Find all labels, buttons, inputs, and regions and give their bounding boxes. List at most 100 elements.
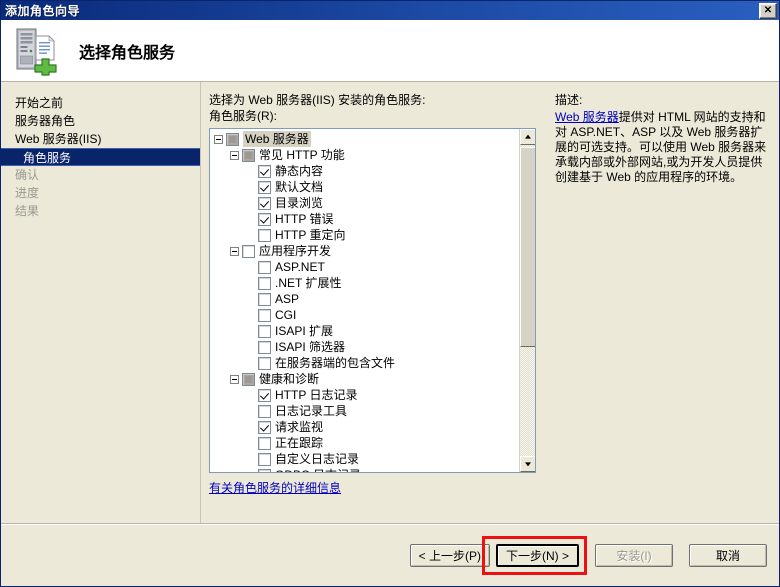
tree-row[interactable]: 静态内容 <box>210 163 520 179</box>
role-services-details-link[interactable]: 有关角色服务的详细信息 <box>209 479 341 496</box>
role-service-checkbox[interactable] <box>258 196 271 210</box>
role-service-label: ODBC 日志记录 <box>275 467 361 472</box>
tree-row[interactable]: 目录浏览 <box>210 195 520 211</box>
tree-row[interactable]: ODBC 日志记录 <box>210 467 520 472</box>
role-service-checkbox[interactable] <box>242 148 255 162</box>
role-service-label: CGI <box>275 308 297 322</box>
tree-row[interactable]: 应用程序开发 <box>210 243 520 259</box>
role-service-label: 请求监视 <box>275 420 324 434</box>
page-title: 选择角色服务 <box>79 44 176 62</box>
collapse-icon[interactable] <box>214 134 223 144</box>
role-service-checkbox[interactable] <box>242 372 255 386</box>
role-services-listbox[interactable]: Web 服务器 常见 HTTP 功能 静态内容 默认文档 目录浏览 HTTP 错误 HTTP… <box>209 128 536 473</box>
title-bar: 添加角色向导 ✕ <box>1 1 779 20</box>
sidebar-item-progress[interactable]: 进度 <box>1 184 200 202</box>
tree-row[interactable]: 在服务器端的包含文件 <box>210 355 520 371</box>
tree-row[interactable]: HTTP 重定向 <box>210 227 520 243</box>
role-service-checkbox[interactable] <box>258 324 271 338</box>
role-service-checkbox[interactable] <box>258 388 271 402</box>
role-service-checkbox[interactable] <box>258 212 271 226</box>
sidebar-item-results[interactable]: 结果 <box>1 202 200 220</box>
tree-row[interactable]: 日志记录工具 <box>210 403 520 419</box>
wizard-header: 选择角色服务 <box>1 20 779 82</box>
collapse-icon[interactable] <box>230 374 239 384</box>
wizard-steps-sidebar: 开始之前 服务器角色 Web 服务器(IIS) 角色服务 确认 进度 结果 <box>1 82 201 523</box>
tree-row[interactable]: 默认文档 <box>210 179 520 195</box>
install-button[interactable]: 安装(I) <box>595 543 673 567</box>
add-roles-wizard-window: 添加角色向导 ✕ 选择角色服务 开始之前 服务器角色 Web 服务器(IIS) … <box>0 0 780 587</box>
tree-row[interactable]: 请求监视 <box>210 419 520 435</box>
role-service-label: 静态内容 <box>275 164 324 178</box>
tree-row[interactable]: 正在跟踪 <box>210 435 520 451</box>
window-title: 添加角色向导 <box>5 4 81 18</box>
description-body: Web 服务器提供对 HTML 网站的支持和对 ASP.NET、ASP 以及 W… <box>555 110 773 185</box>
tree-row[interactable]: ISAPI 扩展 <box>210 323 520 339</box>
tree-row[interactable]: .NET 扩展性 <box>210 275 520 291</box>
next-button[interactable]: 下一步(N) > <box>495 543 579 567</box>
role-service-checkbox[interactable] <box>242 244 255 258</box>
close-glyph: ✕ <box>763 4 773 16</box>
role-service-label: 默认文档 <box>275 180 324 194</box>
role-service-checkbox[interactable] <box>258 228 271 242</box>
role-service-label: 在服务器端的包含文件 <box>275 356 396 370</box>
role-service-label: Web 服务器 <box>243 131 311 147</box>
tree-row[interactable]: ASP.NET <box>210 259 520 275</box>
scrollbar-thumb[interactable] <box>520 147 535 347</box>
back-button[interactable]: < 上一步(P) <box>409 543 490 567</box>
role-service-checkbox[interactable] <box>258 356 271 370</box>
tree-row[interactable]: 常见 HTTP 功能 <box>210 147 520 163</box>
role-service-checkbox[interactable] <box>258 276 271 290</box>
role-service-checkbox[interactable] <box>258 292 271 306</box>
tree-row[interactable]: HTTP 日志记录 <box>210 387 520 403</box>
next-button-wrapper: 下一步(N) > <box>481 535 587 575</box>
tree-row[interactable]: HTTP 错误 <box>210 211 520 227</box>
role-service-label: ISAPI 扩展 <box>275 324 334 338</box>
sidebar-item-server-roles[interactable]: 服务器角色 <box>1 112 200 130</box>
role-service-checkbox[interactable] <box>258 452 271 466</box>
role-service-label: .NET 扩展性 <box>275 276 342 290</box>
sidebar-item-role-services[interactable]: 角色服务 <box>1 148 200 166</box>
tree-row[interactable]: CGI <box>210 307 520 323</box>
description-link[interactable]: Web 服务器 <box>555 110 619 124</box>
wizard-footer: < 上一步(P) 下一步(N) > 安装(I) 取消 <box>1 523 779 586</box>
role-service-checkbox[interactable] <box>258 260 271 274</box>
role-service-label: 常见 HTTP 功能 <box>259 148 345 162</box>
sidebar-item-before-begin[interactable]: 开始之前 <box>1 94 200 112</box>
role-service-label: 自定义日志记录 <box>275 452 360 466</box>
server-add-icon <box>11 26 65 76</box>
collapse-icon[interactable] <box>230 246 239 256</box>
role-service-checkbox[interactable] <box>258 420 271 434</box>
role-service-label: 目录浏览 <box>275 196 324 210</box>
role-service-label: 日志记录工具 <box>275 404 348 418</box>
role-service-checkbox[interactable] <box>258 164 271 178</box>
role-service-checkbox[interactable] <box>258 340 271 354</box>
role-service-label: HTTP 日志记录 <box>275 388 358 402</box>
role-service-label: 正在跟踪 <box>275 436 324 450</box>
role-service-checkbox[interactable] <box>258 468 271 472</box>
role-service-checkbox[interactable] <box>258 180 271 194</box>
role-service-checkbox[interactable] <box>258 308 271 322</box>
collapse-icon[interactable] <box>230 150 239 160</box>
tree-row[interactable]: 自定义日志记录 <box>210 451 520 467</box>
sidebar-item-confirmation[interactable]: 确认 <box>1 166 200 184</box>
role-service-label: ASP.NET <box>275 260 325 274</box>
sidebar-item-web-server-iis[interactable]: Web 服务器(IIS) <box>1 130 200 148</box>
tree-row[interactable]: Web 服务器 <box>210 131 520 147</box>
role-service-label: ASP <box>275 292 300 306</box>
role-service-checkbox[interactable] <box>258 436 271 450</box>
role-service-checkbox[interactable] <box>258 404 271 418</box>
scroll-up-arrow-icon[interactable] <box>520 129 535 145</box>
intro-text: 选择为 Web 服务器(IIS) 安装的角色服务: <box>209 93 426 107</box>
cancel-button[interactable]: 取消 <box>689 543 767 567</box>
role-service-checkbox[interactable] <box>226 132 239 146</box>
close-icon[interactable]: ✕ <box>759 2 777 19</box>
tree-row[interactable]: ISAPI 筛选器 <box>210 339 520 355</box>
scroll-down-arrow-icon[interactable] <box>520 456 535 472</box>
scrollbar-track[interactable] <box>520 145 535 456</box>
role-service-label: ISAPI 筛选器 <box>275 340 346 354</box>
tree-row[interactable]: ASP <box>210 291 520 307</box>
role-services-tree: Web 服务器 常见 HTTP 功能 静态内容 默认文档 目录浏览 HTTP 错误 HTTP… <box>210 129 520 472</box>
role-services-scrollbar[interactable] <box>519 129 535 472</box>
tree-row[interactable]: 健康和诊断 <box>210 371 520 387</box>
role-services-column: 选择为 Web 服务器(IIS) 安装的角色服务: 角色服务(R): Web 服… <box>209 92 545 523</box>
